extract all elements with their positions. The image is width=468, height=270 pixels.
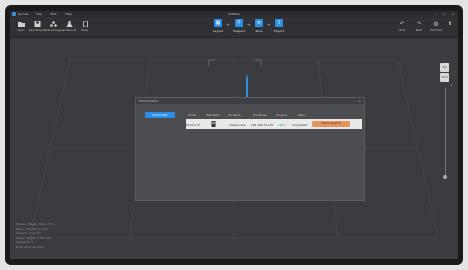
window-controls: – □ × <box>435 12 454 16</box>
export-icon: ⇩ <box>275 19 283 27</box>
print-control-dialog: Print Control – × Add Printer Printer St… <box>135 97 365 201</box>
redo-icon: ↷ <box>416 21 422 27</box>
step-layout[interactable]: ▦ Layout <box>209 19 227 33</box>
minimize-icon[interactable]: – <box>435 12 437 16</box>
redo-button[interactable]: ↷ Redo <box>411 19 427 35</box>
menu-edit[interactable]: Edit <box>50 12 56 16</box>
printer-name: EP Orin Pr <box>186 122 200 127</box>
info-line: Print time: 0h 42m <box>16 244 45 249</box>
column-header: Status/Pwr <box>206 114 220 117</box>
info-line: Printer: Elegoo Mars 2 Pro <box>16 222 55 226</box>
add-printer-button[interactable]: Add Printer <box>145 112 175 118</box>
step-export[interactable]: ⇩ Export <box>270 19 288 33</box>
zoom-out-icon[interactable]: - <box>450 176 451 180</box>
printer-table-header: Printer Status/Pwr Job Name IP Address P… <box>186 114 362 118</box>
layout-icon: ▦ <box>214 19 222 27</box>
open-button[interactable]: Open <box>13 19 29 35</box>
undo-label: Undo <box>398 29 406 32</box>
zoom-in-icon[interactable]: + <box>450 83 453 87</box>
state-value: Completed <box>292 122 308 127</box>
undo-button[interactable]: ↶ Undo <box>394 19 410 35</box>
app-window: Lychee File Edit Help Untitled – □ × Ope… <box>10 11 458 259</box>
arrange-icon <box>49 21 57 27</box>
zoom-slider[interactable] <box>445 88 446 178</box>
dialog-body: Add Printer Printer Status/Pwr Job Name … <box>136 104 364 200</box>
save-icon <box>34 21 41 27</box>
step-support-label: Support <box>233 28 245 33</box>
step-slice-label: Slice <box>255 28 263 33</box>
print-tool-label: Print Tool <box>430 29 442 32</box>
step-layout-label: Layout <box>212 28 224 33</box>
step-arrow-icon: ➔ <box>226 22 230 27</box>
account-icon: ⬆ <box>447 21 453 27</box>
auto-arrange-label: Auto-Arrange <box>44 29 62 32</box>
viewcube-top[interactable]: Top <box>440 63 449 72</box>
lychee-lab-button[interactable]: Lychee Lab <box>61 19 77 35</box>
folder-icon <box>17 21 25 27</box>
flask-icon <box>66 21 73 27</box>
menu-file[interactable]: File <box>36 12 41 16</box>
main-toolbar: Open Save Project Auto-Arrange Lychee La… <box>10 17 458 38</box>
ruler-button[interactable]: Ruler <box>77 19 93 35</box>
slice-icon: ≡ <box>255 19 263 27</box>
undo-icon: ↶ <box>399 21 405 27</box>
save-project-label: Save Project <box>28 29 46 32</box>
step-export-label: Export <box>274 28 284 33</box>
monitor-screen: Lychee File Edit Help Untitled – □ × Ope… <box>5 5 463 265</box>
column-header: Progress <box>276 114 288 117</box>
printer-row[interactable]: EP Orin Pr lowest-calib 192.168.74.100 1… <box>186 119 362 129</box>
column-header: Job Name <box>228 114 241 117</box>
menu-help[interactable]: Help <box>65 12 72 16</box>
job-name: lowest-calib <box>229 122 246 127</box>
ruler-icon <box>82 21 89 27</box>
maximize-icon[interactable]: □ <box>443 12 446 16</box>
dialog-minimize-icon[interactable]: – <box>353 99 355 103</box>
account-button[interactable]: ⬆ <box>442 19 458 35</box>
auto-arrange-button[interactable]: Auto-Arrange <box>44 19 62 35</box>
progress-value: 100% <box>278 122 286 127</box>
redo-label: Redo <box>415 29 423 32</box>
dialog-title: Print Control <box>139 99 158 103</box>
column-header: State <box>298 114 305 117</box>
open-label: Open <box>17 29 25 32</box>
print-info-panel: Printer: Elegoo Mars 2 Pro Resin: Standa… <box>16 222 55 250</box>
printer-icon <box>211 121 216 127</box>
step-slice[interactable]: ≡ Slice <box>250 19 268 33</box>
ip-address: 192.168.74.100 <box>251 122 274 127</box>
column-header: Printer <box>188 114 197 117</box>
step-support[interactable]: ⚲ Support <box>230 19 248 33</box>
app-logo-icon <box>12 12 16 16</box>
window-title: Untitled <box>228 12 240 16</box>
column-header: IP Address <box>253 114 267 117</box>
ruler-label: Ruler <box>81 29 89 32</box>
dialog-close-icon[interactable]: × <box>358 99 361 103</box>
close-icon[interactable]: × <box>451 12 454 16</box>
app-name: Lychee <box>18 12 29 16</box>
support-icon: ⚲ <box>235 19 243 27</box>
save-project-button[interactable]: Save Project <box>29 19 45 35</box>
gear-icon: ⚙ <box>433 20 439 28</box>
zoom-slider-handle[interactable] <box>443 175 447 179</box>
viewcube-front[interactable]: Front <box>440 73 449 82</box>
start-new-print-button[interactable]: Start new print <box>312 121 350 127</box>
lychee-lab-label: Lychee Lab <box>61 29 77 32</box>
